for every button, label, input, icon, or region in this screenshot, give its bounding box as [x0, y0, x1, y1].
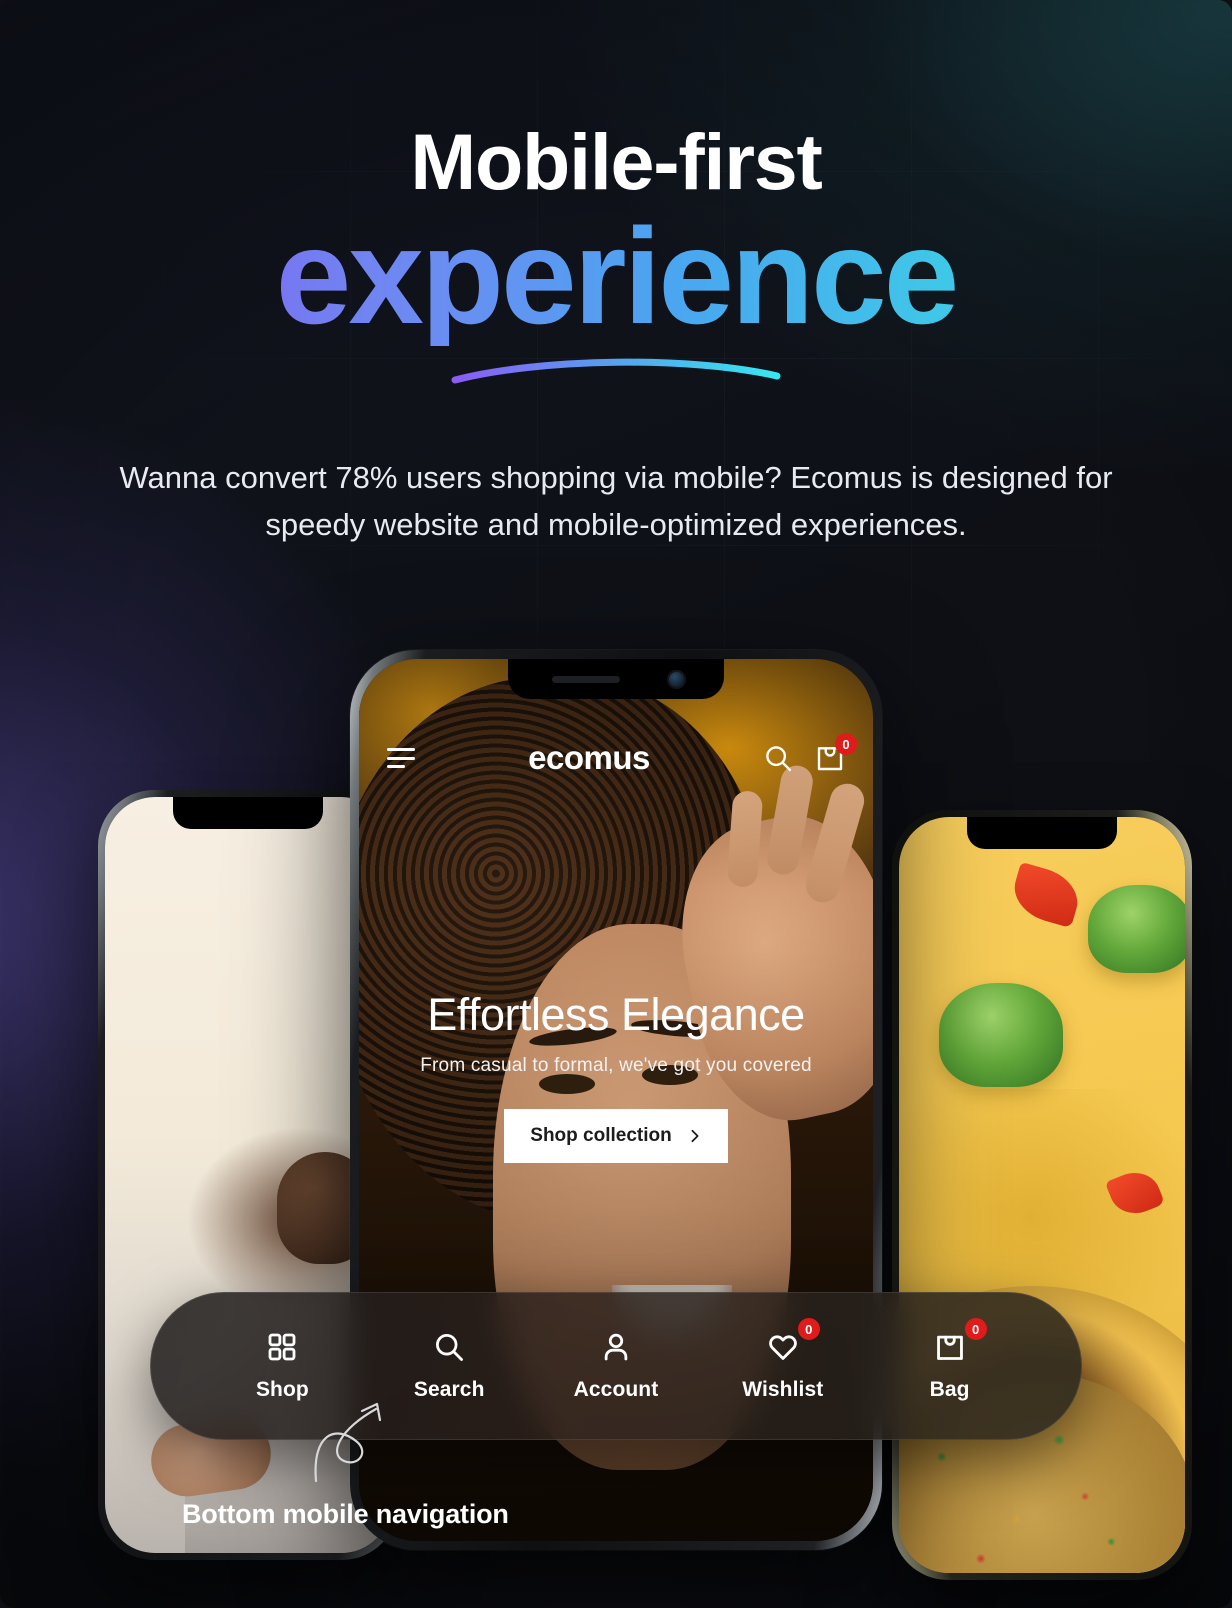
- bag-count-badge: 0: [964, 1318, 987, 1340]
- notch: [173, 797, 323, 829]
- bag-icon: 0: [933, 1318, 987, 1364]
- front-camera: [667, 670, 686, 689]
- annotation-caption: Bottom mobile navigation: [182, 1499, 509, 1529]
- chevron-right-icon: [691, 1129, 699, 1143]
- nav-label-bag: Bag: [929, 1378, 970, 1401]
- search-icon[interactable]: [763, 743, 793, 773]
- app-hero-title: Effortless Elegance: [427, 989, 805, 1040]
- dynamic-notch: [508, 659, 724, 699]
- hero-section: Mobile-first experience Wanna convert 78…: [0, 122, 1232, 548]
- hero-subtitle: Wanna convert 78% users shopping via mob…: [119, 459, 1113, 542]
- bottom-mobile-navigation: Shop Search Account 0 Wishlist 0 Bag: [150, 1292, 1082, 1440]
- bag-count-badge: 0: [835, 733, 857, 755]
- shop-collection-button[interactable]: Shop collection: [504, 1109, 728, 1163]
- phone-right-screen: [899, 817, 1185, 1573]
- wishlist-count-badge: 0: [797, 1318, 820, 1340]
- hero-title-line1: Mobile-first: [410, 117, 823, 206]
- nav-item-account[interactable]: Account: [561, 1330, 671, 1402]
- nav-label-wishlist: Wishlist: [742, 1378, 824, 1401]
- hamburger-icon[interactable]: [387, 748, 415, 768]
- nav-item-bag[interactable]: 0 Bag: [895, 1318, 1005, 1402]
- user-icon: [599, 1330, 633, 1364]
- nav-item-wishlist[interactable]: 0 Wishlist: [728, 1318, 838, 1402]
- phone-right: [892, 810, 1192, 1580]
- grid-icon: [265, 1330, 299, 1364]
- promo-banner: Mobile-first experience Wanna convert 78…: [0, 0, 1232, 1608]
- app-hero-subtitle: From casual to formal, we've got you cov…: [420, 1055, 812, 1076]
- heart-icon: 0: [766, 1318, 820, 1364]
- shop-collection-label: Shop collection: [530, 1125, 672, 1146]
- brand-logo[interactable]: ecomus: [415, 739, 763, 777]
- phone-right-image: [899, 817, 1185, 1573]
- nav-label-account: Account: [573, 1378, 659, 1401]
- earpiece-speaker: [552, 676, 620, 683]
- shopping-bag-icon[interactable]: 0: [815, 733, 857, 773]
- underline-swoosh: [451, 358, 781, 384]
- header-actions: 0: [763, 733, 857, 773]
- app-header: ecomus 0: [359, 733, 873, 783]
- curved-arrow-up-icon: [300, 1363, 430, 1488]
- search-icon: [432, 1330, 466, 1364]
- hero-title-line2: experience: [0, 207, 1232, 346]
- notch: [967, 817, 1117, 849]
- app-hero-content: Effortless Elegance From casual to forma…: [359, 989, 873, 1163]
